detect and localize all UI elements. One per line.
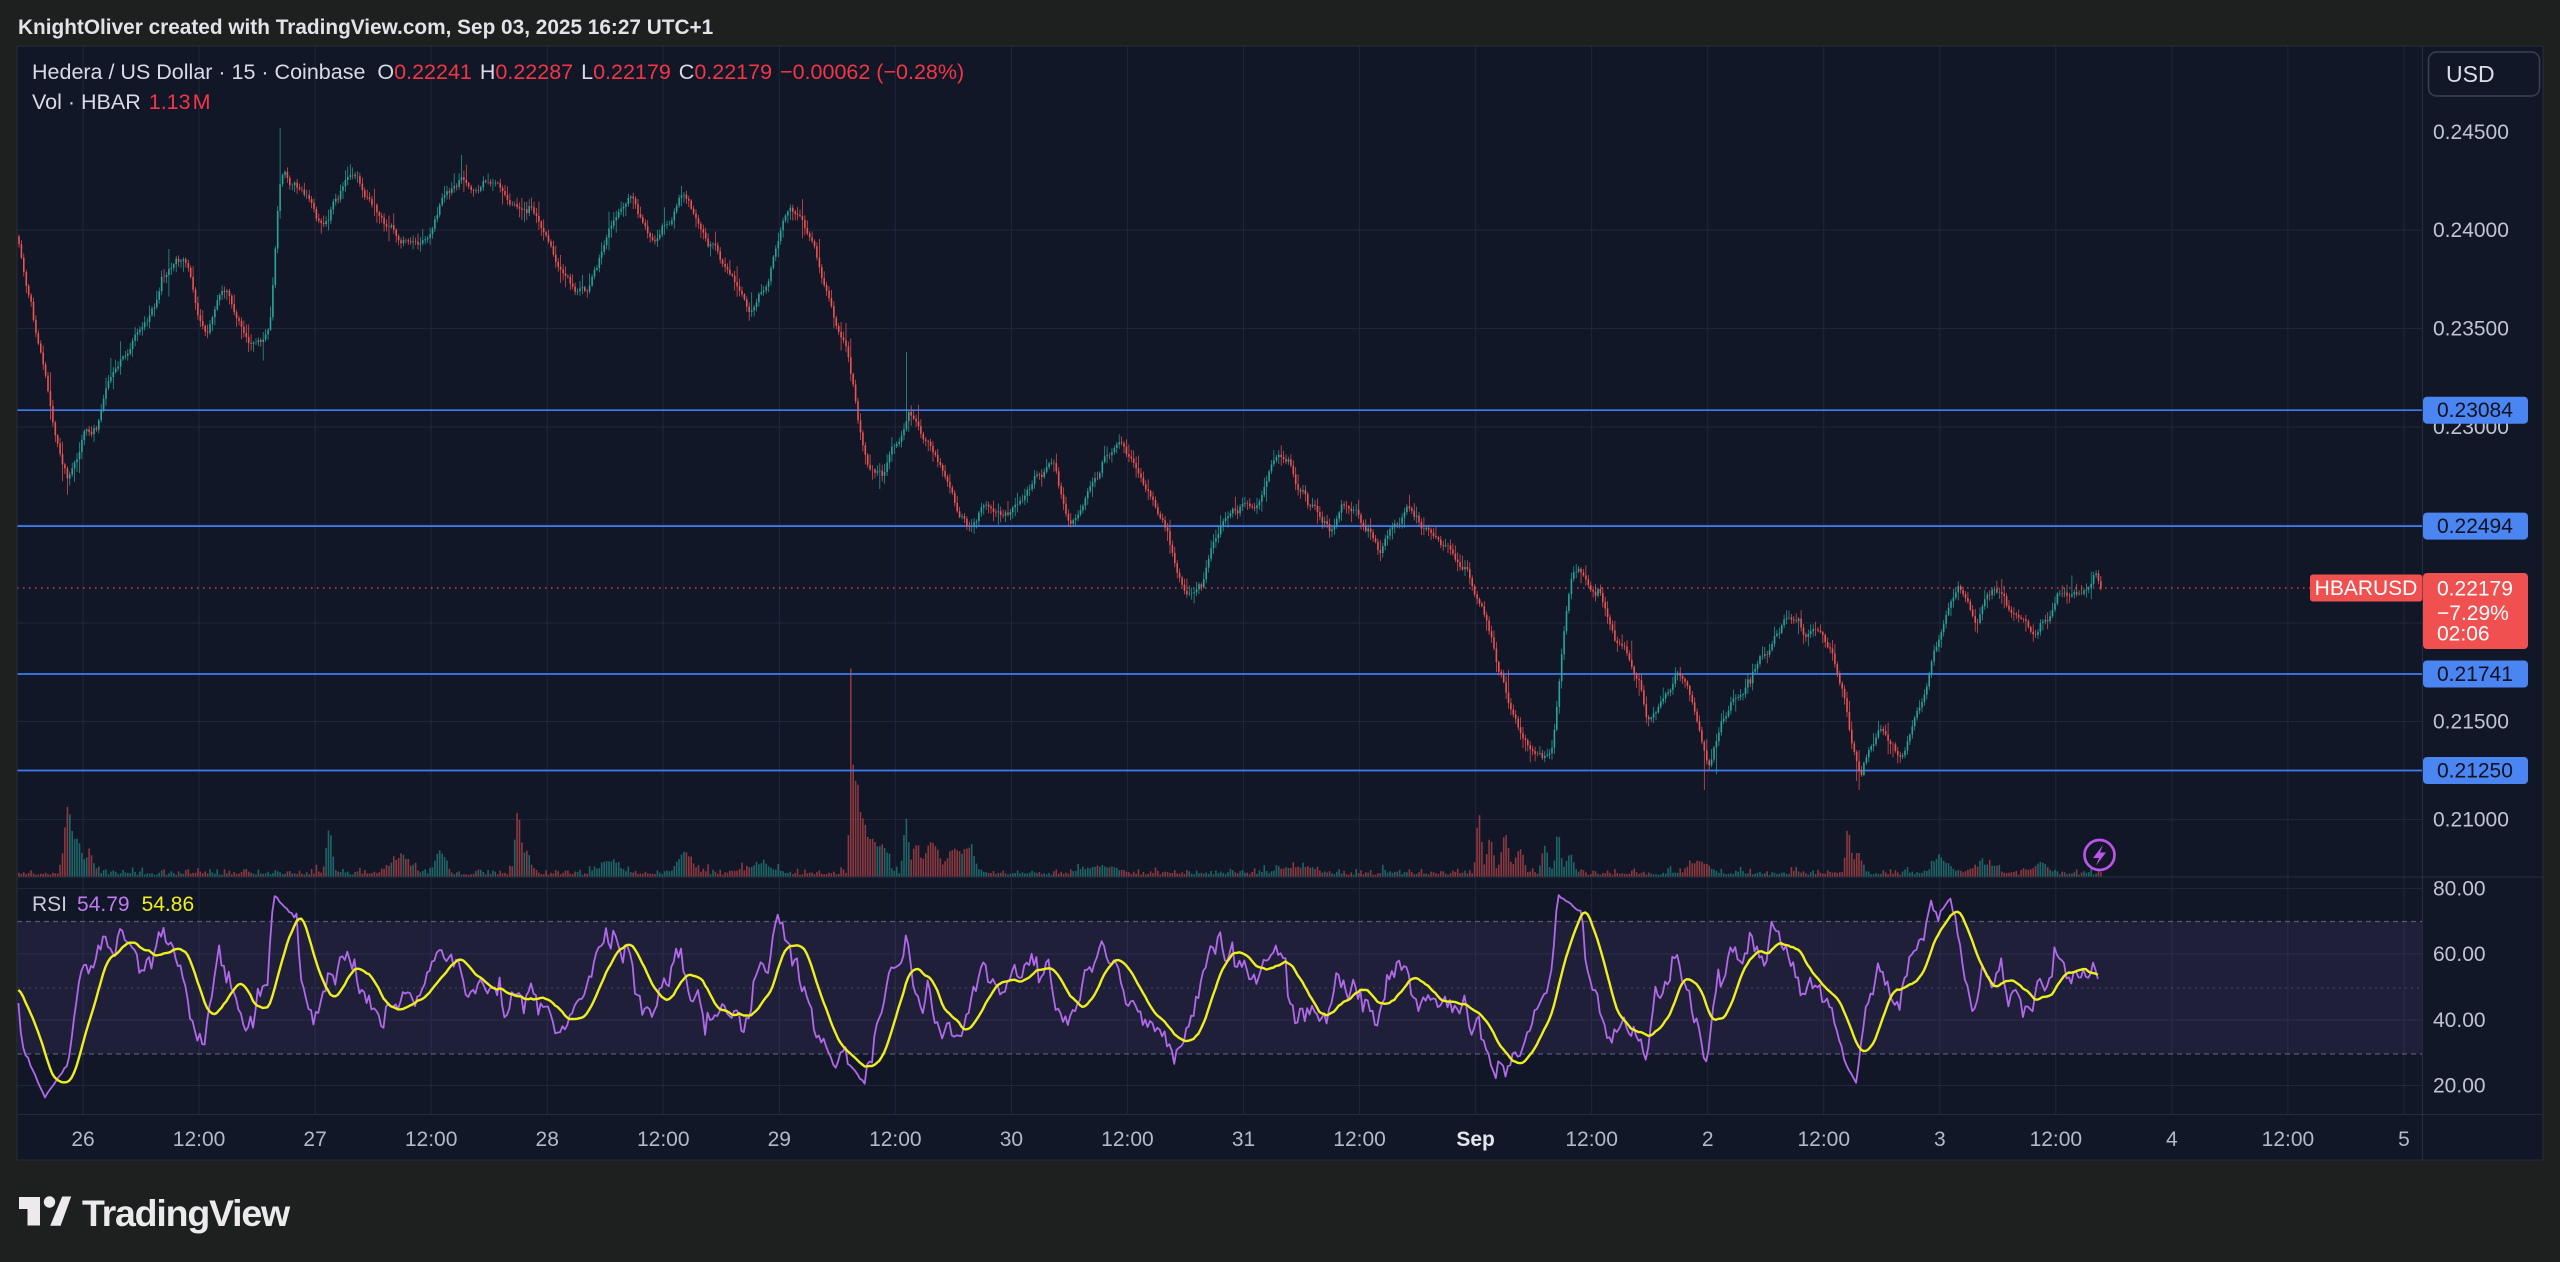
svg-text:0.23084: 0.23084 (2437, 399, 2513, 422)
svg-text:27: 27 (303, 1128, 326, 1151)
svg-text:2: 2 (1702, 1128, 1714, 1151)
svg-text:USD: USD (2446, 61, 2495, 87)
svg-text:28: 28 (536, 1128, 559, 1151)
svg-text:12:00: 12:00 (637, 1128, 690, 1151)
svg-text:0.21000: 0.21000 (2433, 809, 2509, 832)
svg-text:12:00: 12:00 (1333, 1128, 1386, 1151)
svg-text:02:06: 02:06 (2437, 623, 2490, 646)
svg-text:12:00: 12:00 (1797, 1128, 1850, 1151)
svg-text:KnightOliver created with Trad: KnightOliver created with TradingView.co… (18, 16, 713, 39)
svg-text:12:00: 12:00 (2262, 1128, 2315, 1151)
svg-text:12:00: 12:00 (1565, 1128, 1618, 1151)
svg-text:4: 4 (2166, 1128, 2178, 1151)
svg-text:0.21741: 0.21741 (2437, 663, 2513, 686)
svg-text:5: 5 (2398, 1128, 2410, 1151)
svg-text:TradingView: TradingView (82, 1192, 291, 1234)
svg-text:30: 30 (1000, 1128, 1023, 1151)
svg-text:26: 26 (71, 1128, 94, 1151)
svg-text:60.00: 60.00 (2433, 943, 2486, 966)
svg-text:12:00: 12:00 (869, 1128, 922, 1151)
svg-text:0.22179: 0.22179 (2437, 578, 2513, 601)
svg-text:0.22494: 0.22494 (2437, 515, 2513, 538)
svg-text:Vol · HBAR1.13M: Vol · HBAR1.13M (32, 90, 211, 114)
svg-text:40.00: 40.00 (2433, 1009, 2486, 1032)
svg-text:Hedera / US Dollar · 15 · Coin: Hedera / US Dollar · 15 · CoinbaseO0.222… (32, 60, 964, 84)
svg-text:12:00: 12:00 (173, 1128, 226, 1151)
svg-text:12:00: 12:00 (1101, 1128, 1154, 1151)
svg-text:20.00: 20.00 (2433, 1075, 2486, 1098)
svg-text:RSI54.7954.86: RSI54.7954.86 (32, 893, 194, 916)
svg-text:12:00: 12:00 (2030, 1128, 2083, 1151)
svg-text:0.23500: 0.23500 (2433, 318, 2509, 341)
svg-text:Sep: Sep (1456, 1128, 1495, 1151)
svg-text:12:00: 12:00 (405, 1128, 458, 1151)
svg-text:0.21250: 0.21250 (2437, 760, 2513, 783)
svg-text:0.24000: 0.24000 (2433, 219, 2509, 242)
svg-text:80.00: 80.00 (2433, 878, 2486, 901)
svg-text:31: 31 (1232, 1128, 1255, 1151)
svg-text:HBARUSD: HBARUSD (2315, 577, 2418, 600)
svg-text:0.24500: 0.24500 (2433, 121, 2509, 144)
svg-text:0.21500: 0.21500 (2433, 711, 2509, 734)
svg-text:29: 29 (768, 1128, 791, 1151)
svg-text:3: 3 (1934, 1128, 1946, 1151)
